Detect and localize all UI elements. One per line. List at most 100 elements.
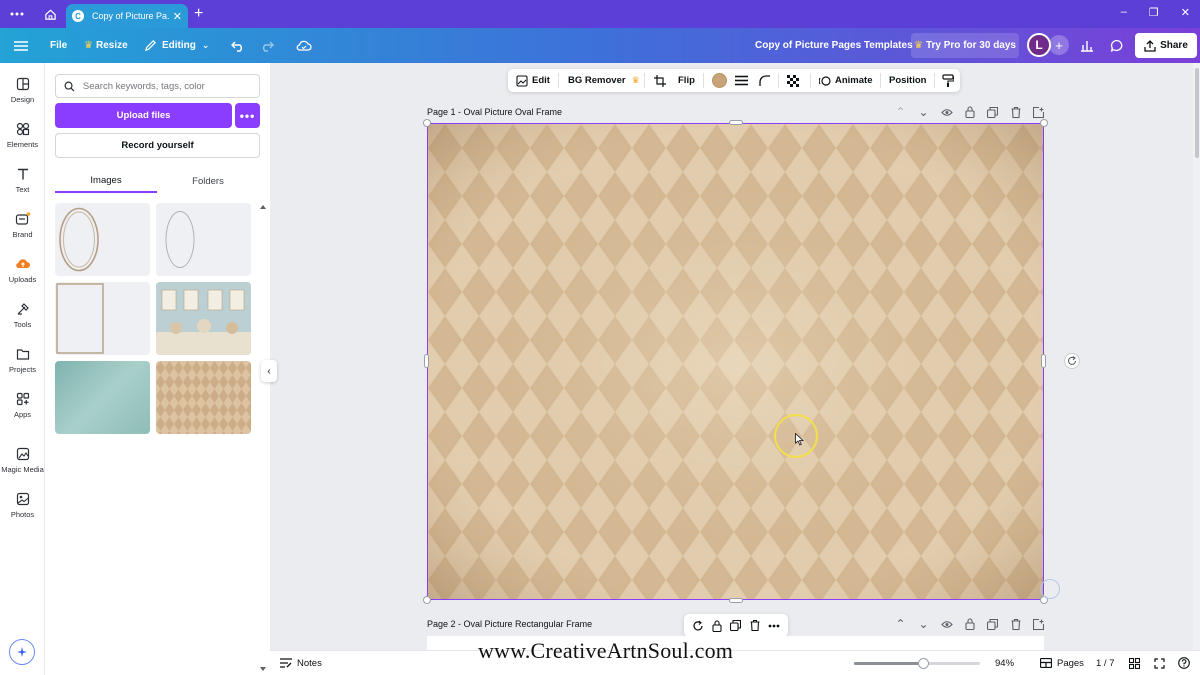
page-title[interactable]: Page 2 - Oval Picture Rectangular Frame (427, 619, 592, 629)
try-pro-button[interactable]: ♛ Try Pro for 30 days (911, 33, 1019, 58)
notes-button[interactable]: Notes (280, 651, 322, 675)
rail-item-text[interactable]: Text (0, 167, 45, 194)
avatar[interactable]: L (1027, 33, 1051, 57)
resize-handle[interactable] (729, 120, 743, 125)
upload-thumbnail-oval-outline[interactable] (156, 203, 251, 276)
analytics-icon[interactable] (1080, 28, 1094, 63)
rail-item-brand[interactable]: Brand (0, 212, 45, 239)
help-icon[interactable] (1178, 651, 1195, 675)
border-style-icon[interactable] (735, 69, 752, 92)
regenerate-icon[interactable] (692, 620, 704, 632)
editing-mode-button[interactable]: Editing ⌄ (144, 28, 209, 63)
home-icon[interactable] (36, 0, 64, 28)
upload-thumbnail-teal-texture[interactable] (55, 361, 150, 434)
maximize-icon[interactable]: ❐ (1149, 6, 1159, 19)
canvas-scrollbar-thumb[interactable] (1195, 68, 1199, 158)
close-window-icon[interactable]: ✕ (1181, 6, 1190, 19)
search-input[interactable] (82, 80, 251, 92)
delete-page-icon[interactable] (1004, 105, 1027, 119)
delete-icon[interactable] (750, 620, 760, 631)
zoom-value[interactable]: 94% (995, 651, 1014, 675)
rail-item-apps[interactable]: Apps (0, 392, 45, 419)
more-options-icon[interactable] (768, 624, 780, 628)
resize-handle[interactable] (424, 354, 429, 368)
pages-button[interactable]: Pages (1040, 651, 1084, 675)
redo-icon[interactable] (260, 28, 274, 63)
rail-item-magic-media[interactable]: Magic Media (0, 447, 45, 474)
rail-item-projects[interactable]: Projects (0, 347, 45, 374)
resize-button[interactable]: ♛ Resize (84, 28, 128, 63)
move-page-up-icon[interactable]: ⌃ (889, 617, 912, 631)
edit-image-button[interactable]: Edit (516, 69, 550, 92)
rail-item-elements[interactable]: Elements (0, 122, 45, 149)
add-collaborator-icon[interactable]: + (1049, 35, 1069, 55)
move-page-down-icon[interactable]: ⌄ (912, 105, 935, 119)
undo-icon[interactable] (231, 28, 245, 63)
duplicate-icon[interactable] (730, 620, 742, 631)
grid-view-icon[interactable] (1129, 651, 1145, 675)
corner-rounding-icon[interactable] (759, 69, 775, 92)
browser-tab[interactable]: C Copy of Picture Pa... ✕ (66, 4, 188, 28)
add-page-icon[interactable] (1027, 617, 1050, 631)
transparency-icon[interactable] (787, 69, 803, 92)
resize-handle[interactable] (423, 596, 431, 604)
tab-folders[interactable]: Folders (157, 169, 259, 193)
file-menu-button[interactable]: File (50, 28, 67, 63)
zoom-slider[interactable] (854, 658, 980, 669)
collapse-panel-button[interactable]: ‹ (261, 360, 277, 382)
rotate-icon[interactable] (1064, 353, 1080, 369)
comments-icon[interactable] (1110, 28, 1124, 63)
upload-thumbnail-oval-frame[interactable] (55, 203, 150, 276)
move-page-down-icon[interactable]: ⌄ (912, 617, 935, 631)
tab-images[interactable]: Images (55, 169, 157, 193)
search-box[interactable] (55, 74, 260, 98)
document-title[interactable]: Copy of Picture Pages Templates (755, 28, 913, 63)
animate-button[interactable]: Animate (819, 69, 872, 92)
design-page[interactable] (427, 123, 1044, 600)
resize-handle[interactable] (1041, 354, 1046, 368)
lock-page-icon[interactable] (958, 105, 981, 119)
hide-page-icon[interactable] (935, 105, 958, 119)
share-button[interactable]: Share (1135, 33, 1197, 58)
rail-item-design[interactable]: Design (0, 77, 45, 104)
color-swatch[interactable] (712, 73, 727, 88)
minimize-icon[interactable]: – (1121, 6, 1127, 19)
upload-options-button[interactable]: ••• (235, 103, 260, 128)
rail-item-tools[interactable]: Tools (0, 302, 45, 329)
zoom-slider-handle[interactable] (918, 658, 930, 669)
move-page-up-icon[interactable]: ⌃ (889, 105, 912, 119)
browser-menu-icon[interactable] (3, 0, 31, 28)
lock-icon[interactable] (712, 619, 722, 632)
flip-button[interactable]: Flip (678, 69, 695, 92)
record-yourself-button[interactable]: Record yourself (55, 133, 260, 158)
crop-icon[interactable] (654, 69, 670, 92)
resize-handle[interactable] (423, 119, 431, 127)
toolbar-divider (644, 73, 645, 88)
panel-scrollbar[interactable] (259, 203, 267, 673)
new-tab-button[interactable]: + (194, 4, 203, 24)
add-page-icon[interactable] (1027, 105, 1050, 119)
upload-thumbnail-harlequin-texture[interactable] (156, 361, 251, 434)
resize-handle[interactable] (729, 598, 743, 603)
duplicate-page-icon[interactable] (981, 617, 1004, 631)
rail-item-photos[interactable]: Photos (0, 492, 45, 519)
cloud-save-icon[interactable] (296, 28, 312, 63)
lock-page-icon[interactable] (958, 617, 981, 631)
copy-style-icon[interactable] (942, 69, 958, 92)
resize-handle[interactable] (1040, 119, 1048, 127)
delete-page-icon[interactable] (1004, 617, 1027, 631)
upload-thumbnail-rect-frame[interactable] (55, 282, 150, 355)
fullscreen-icon[interactable] (1154, 651, 1170, 675)
upload-files-button[interactable]: Upload files (55, 103, 232, 128)
close-tab-icon[interactable]: ✕ (173, 10, 182, 23)
position-button[interactable]: Position (889, 69, 926, 92)
duplicate-page-icon[interactable] (981, 105, 1004, 119)
menu-icon[interactable] (14, 28, 28, 63)
hide-page-icon[interactable] (935, 617, 958, 631)
upload-thumbnail-shelf-photo[interactable] (156, 282, 251, 355)
magic-assistant-icon[interactable] (9, 639, 35, 665)
bg-remover-button[interactable]: BG Remover ♛ (568, 69, 640, 92)
rail-item-uploads[interactable]: Uploads (0, 257, 45, 284)
page-title[interactable]: Page 1 - Oval Picture Oval Frame (427, 107, 562, 117)
harlequin-paper-background[interactable] (428, 124, 1044, 600)
